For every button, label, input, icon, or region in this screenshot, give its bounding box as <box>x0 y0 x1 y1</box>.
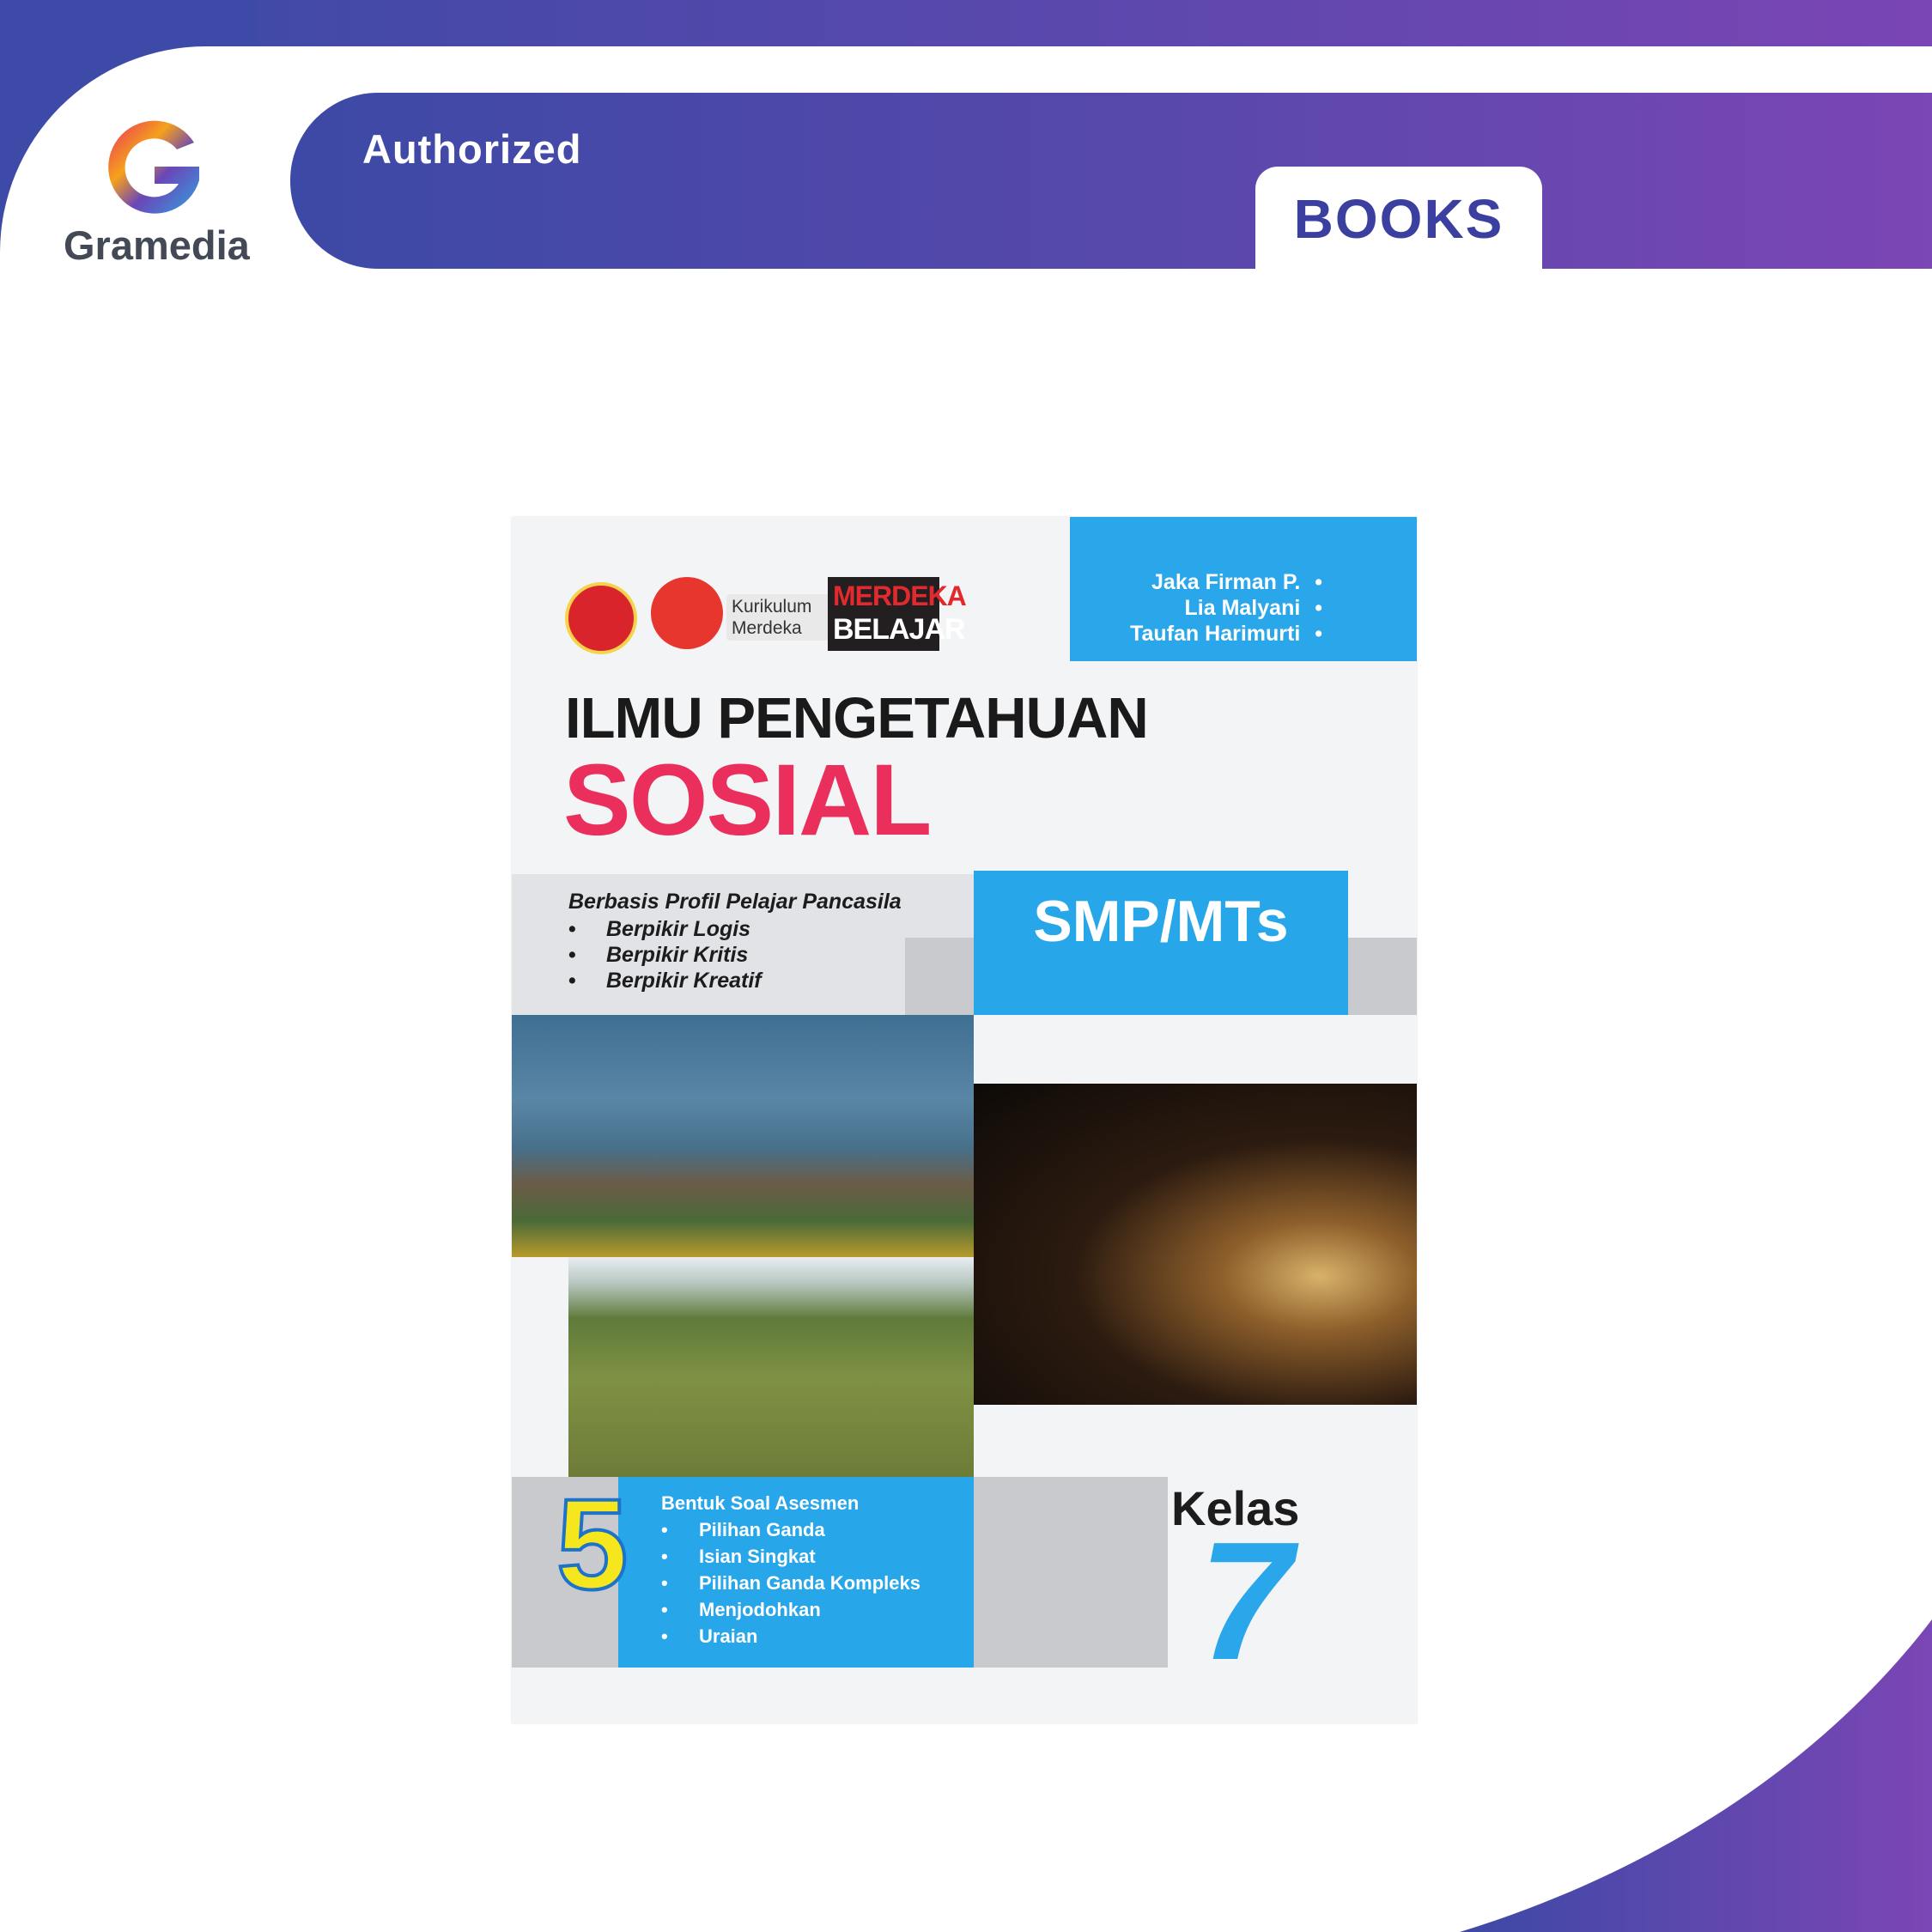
profile-item: • Berpikir Kreatif <box>568 969 762 993</box>
author-bullet: • <box>1315 596 1322 620</box>
assessment-item: • Pilihan Ganda <box>661 1519 825 1541</box>
logo-wordmark: Gramedia <box>64 222 250 268</box>
profile-item-text: Berpikir Kreatif <box>606 969 762 993</box>
assessment-item: • Uraian <box>661 1625 757 1648</box>
top-gradient-band <box>0 0 1932 48</box>
merdeka-line: Merdeka <box>732 618 802 638</box>
profile-item-text: Berpikir Kritis <box>606 943 749 967</box>
bullet: • <box>661 1519 668 1540</box>
assessment-count: 5 <box>555 1470 629 1618</box>
bullet: • <box>661 1572 668 1594</box>
bullet: • <box>568 917 576 941</box>
assessment-item: • Pilihan Ganda Kompleks <box>661 1572 920 1595</box>
gramedia-logo-icon <box>108 120 199 214</box>
author-name: Lia Malyani • <box>1185 596 1322 621</box>
kurikulum-merdeka-label: Kurikulum Merdeka <box>726 594 835 641</box>
profile-item: • Berpikir Kritis <box>568 943 748 968</box>
assessment-item-text: Uraian <box>699 1625 758 1647</box>
book-title-line2: SOSIAL <box>563 744 932 857</box>
profile-heading: Berbasis Profil Pelajar Pancasila <box>568 890 902 914</box>
assessment-heading: Bentuk Soal Asesmen <box>661 1492 860 1514</box>
grade-number: 7 <box>1199 1507 1293 1695</box>
fishermen-photo <box>512 1015 974 1257</box>
school-level-label: SMP/MTs <box>1033 889 1289 954</box>
merdeka-badge-text: MERDEKA <box>833 580 967 611</box>
bullet: • <box>661 1625 668 1647</box>
bullet: • <box>568 943 576 967</box>
assessment-item-text: Isian Singkat <box>699 1546 816 1567</box>
books-category-tab: BOOKS <box>1255 167 1542 271</box>
author-bullet: • <box>1315 622 1322 646</box>
cleanup-volunteers-photo <box>568 1257 974 1477</box>
profile-item-text: Berpikir Logis <box>606 917 751 941</box>
assessment-item-text: Menjodohkan <box>699 1599 821 1620</box>
books-tab-label: BOOKS <box>1293 188 1504 250</box>
author-name: Jaka Firman P. • <box>1151 570 1322 595</box>
assessment-item: • Isian Singkat <box>661 1546 816 1568</box>
assessment-item: • Menjodohkan <box>661 1599 821 1621</box>
bullet: • <box>661 1599 668 1620</box>
author-text: Taufan Harimurti <box>1130 622 1301 646</box>
belajar-badge-text: BELAJAR <box>833 613 966 646</box>
kurikulum-line: Kurikulum <box>732 597 812 617</box>
publisher-emblem-icon <box>565 582 637 654</box>
header-banner <box>290 93 1932 269</box>
book-cover: Jaka Firman P. • Lia Malyani • Taufan Ha… <box>512 517 1417 1723</box>
traditional-dancers-photo <box>974 1084 1417 1405</box>
kurikulum-merdeka-emblem-icon <box>651 577 723 649</box>
assessment-item-text: Pilihan Ganda <box>699 1519 825 1540</box>
bullet: • <box>568 969 576 993</box>
author-text: Jaka Firman P. <box>1151 570 1301 594</box>
assessment-item-text: Pilihan Ganda Kompleks <box>699 1572 920 1594</box>
corner-swoosh-decoration <box>1460 1619 1932 1932</box>
bullet: • <box>661 1546 668 1567</box>
profile-item: • Berpikir Logis <box>568 917 750 942</box>
author-name: Taufan Harimurti • <box>1130 622 1322 647</box>
author-text: Lia Malyani <box>1184 596 1301 620</box>
author-bullet: • <box>1315 570 1322 594</box>
authorized-label: Authorized <box>362 126 582 172</box>
